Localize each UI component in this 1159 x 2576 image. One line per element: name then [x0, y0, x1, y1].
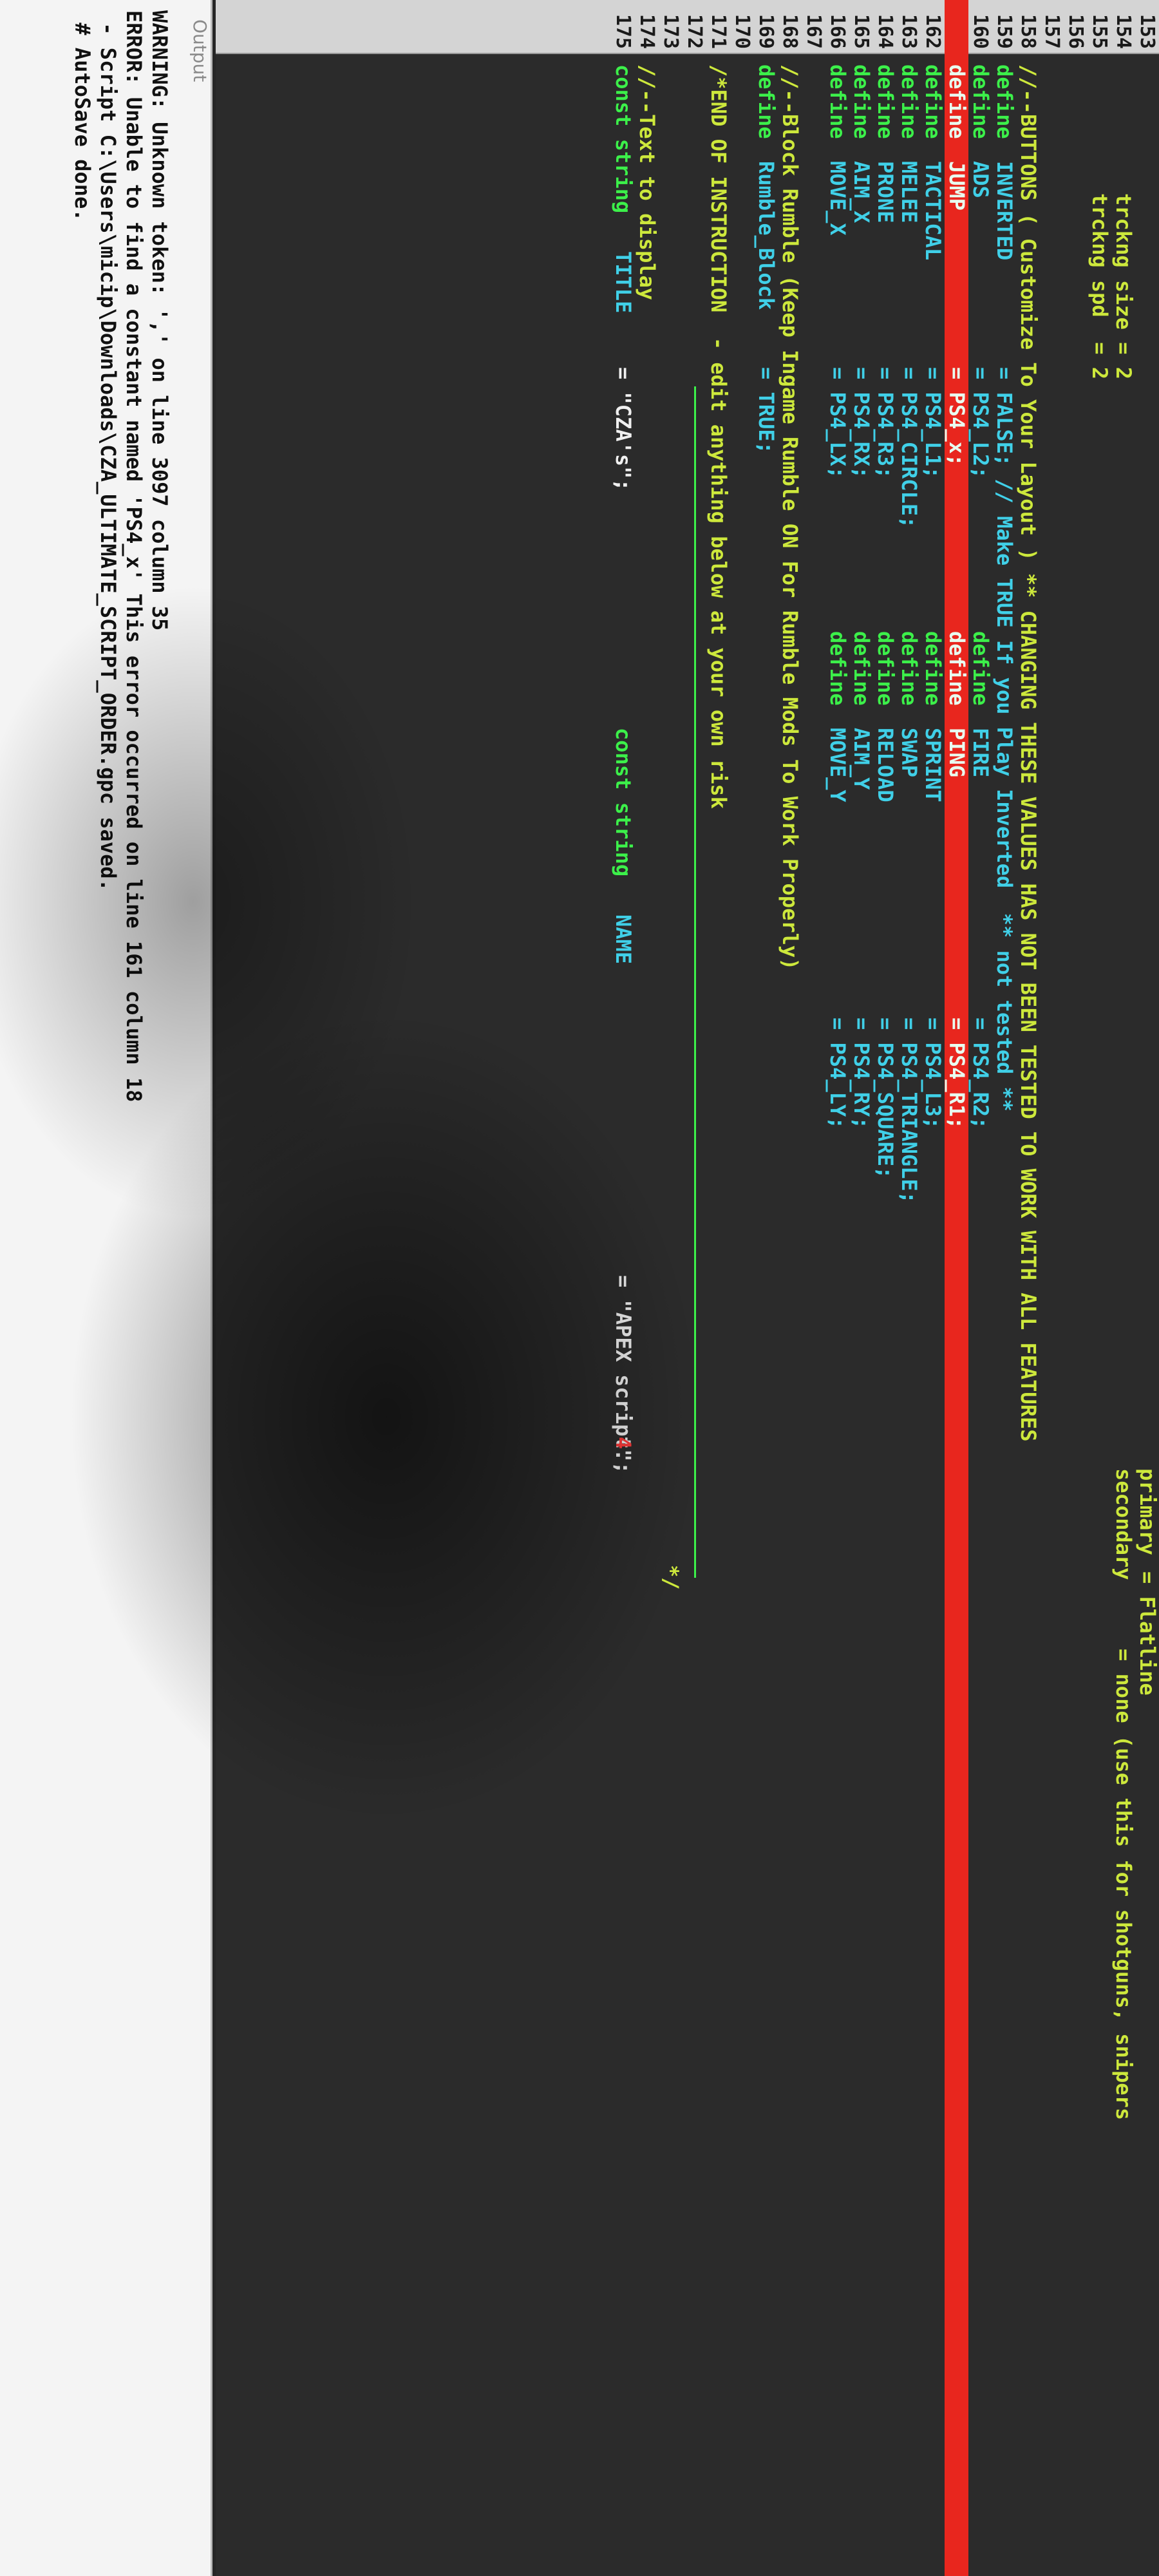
define-keyword: define — [968, 64, 993, 139]
define-keyword: define — [873, 64, 898, 139]
const-name: TITLE — [611, 251, 636, 314]
code-line: define PRONE = PS4_R3; define RELOAD = PS4_SQ… — [873, 0, 898, 2576]
output-line: - Script C:\Users\micip\Downloads\CZA_UL… — [96, 10, 120, 891]
define-name: SPRINT — [921, 728, 945, 802]
code-line: trckng size = 2 secondary = none (use this… — [1111, 0, 1136, 2576]
line-number: 170 — [731, 14, 753, 49]
define-name: ADS — [968, 161, 993, 198]
tracking-size-text: trckng size = 2 — [1111, 193, 1136, 379]
define-name: INVERTED — [992, 161, 1017, 261]
output-line: WARNING: Unknown token: ',' on line 3097… — [147, 10, 172, 631]
output-panel: Output WARNING: Unknown token: ',' on li… — [0, 0, 212, 2576]
code-line: /*END OF INSTRUCTION - edit anything bel… — [706, 0, 731, 2576]
define-keyword: define — [897, 631, 921, 706]
define-value: = PS4_L2; — [968, 367, 993, 479]
code-line: trckng spd = 2 — [1088, 0, 1112, 2576]
code-line: */ — [659, 0, 683, 2576]
code-line: define MOVE_X = PS4_LX; define MOVE_Y = PS4_L… — [825, 0, 850, 2576]
const-keyword: const string — [611, 728, 636, 877]
end-instruction-comment: /*END OF INSTRUCTION - edit anything bel… — [706, 64, 731, 809]
secondary-value: = none (use this for shotguns, snipers — [1111, 1649, 1136, 2121]
define-keyword: define — [921, 64, 945, 139]
define-keyword: define — [825, 64, 850, 139]
define-keyword: define — [897, 64, 921, 139]
code-editor-window: 1531541551561571581591601611621631641651… — [0, 0, 1159, 2576]
define-keyword: define — [992, 64, 1017, 139]
define-name: JUMP — [945, 161, 969, 211]
code-area[interactable]: 1531541551561571581591601611621631641651… — [216, 0, 1159, 2576]
code-line: define Rumble_Block = TRUE; — [754, 0, 778, 2576]
define-value: = PS4_R3; — [873, 367, 898, 479]
output-line: ERROR: Unable to find a constant named '… — [122, 10, 146, 1103]
tracking-speed-text: trckng spd = 2 — [1088, 193, 1112, 379]
code-line: //--BUTTONS ( Customize To Your Layout )… — [1016, 0, 1041, 2576]
const-keyword: const string — [611, 64, 636, 214]
define-name: Rumble_Block — [754, 161, 778, 310]
define-keyword: define — [825, 631, 850, 706]
define-value: = PS4_L3; — [921, 1018, 945, 1130]
define-name: PRONE — [873, 161, 898, 223]
line-number: 157 — [1041, 14, 1063, 49]
code-line: define ADS = PS4_L2; define FIRE = PS4_R2; — [968, 0, 993, 2576]
rumble-comment: //--Block Rumble (Keep Ingame Rumble ON … — [778, 64, 802, 971]
define-value: = PS4_RY; — [849, 1018, 874, 1130]
define-name: MELEE — [897, 161, 921, 223]
primary-value: = Flatline — [1135, 1571, 1159, 1696]
define-keyword: define — [945, 631, 969, 706]
code-line: define INVERTED = FALSE; // Make TRUE If y… — [992, 0, 1017, 2576]
define-keyword: define — [945, 64, 969, 139]
define-keyword: define — [968, 631, 993, 706]
define-value: = PS4_R1; — [945, 1018, 969, 1130]
define-name: SWAP — [897, 728, 921, 778]
define-value: = PS4_x; — [945, 367, 969, 467]
output-line: # AutoSave done. — [70, 10, 95, 222]
define-name: AIM_Y — [849, 728, 874, 790]
separator-line — [694, 386, 696, 1578]
const-value: = "CZA's"; — [611, 367, 636, 491]
primary-label: primary — [1135, 1468, 1159, 1555]
code-line: define AIM_X = PS4_RX; define AIM_Y = PS4_RY; — [849, 0, 874, 2576]
comment-close: */ — [659, 1565, 683, 1590]
line-number: 156 — [1064, 14, 1087, 49]
const-name: NAME — [611, 914, 636, 965]
code-line: //--Text to display — [635, 0, 659, 2576]
code-line: define TACTICAL = PS4_L1; define SPRINT = PS4… — [921, 0, 945, 2576]
line-number: 172 — [683, 14, 706, 49]
code-line: define JUMP = PS4_x; define PING = PS4_R1; — [945, 0, 969, 2576]
line-number: 167 — [802, 14, 825, 49]
define-name: PING — [945, 728, 969, 778]
define-value: = PS4_L1; — [921, 367, 945, 479]
secondary-label: secondary — [1111, 1468, 1136, 1580]
code-line: define MELEE = PS4_CIRCLE; define SWAP = PS4_… — [897, 0, 921, 2576]
define-value: = PS4_LX; — [825, 367, 850, 479]
define-keyword: define — [849, 631, 874, 706]
define-name: FIRE — [968, 728, 993, 778]
const-value: = "APEX script. — [611, 1275, 636, 1461]
define-name: RELOAD — [873, 728, 898, 802]
define-name: TACTICAL — [921, 161, 945, 261]
define-name: MOVE_X — [825, 161, 850, 236]
const-value-error: 4 — [611, 1436, 636, 1450]
define-value: = PS4_CIRCLE; — [897, 367, 921, 529]
define-value: = PS4_LY; — [825, 1018, 850, 1130]
define-keyword: define — [921, 631, 945, 706]
code-line: const string TITLE = "CZA's"; const string N… — [611, 0, 636, 2576]
define-value: = TRUE; — [754, 367, 778, 454]
define-name: AIM_X — [849, 161, 874, 223]
define-value: = PS4_RX; — [849, 367, 874, 479]
const-value-end: "; — [611, 1449, 636, 1474]
define-name: MOVE_Y — [825, 728, 850, 802]
buttons-comment: //--BUTTONS ( Customize To Your Layout )… — [1016, 64, 1041, 1442]
define-keyword: define — [873, 631, 898, 706]
define-keyword: define — [754, 64, 778, 139]
define-keyword: define — [849, 64, 874, 139]
code-line: primary = Flatline — [1135, 0, 1159, 2576]
define-value: = PS4_SQUARE; — [873, 1018, 898, 1179]
define-value: = PS4_R2; — [968, 1018, 993, 1130]
text-display-comment: //--Text to display — [635, 64, 659, 301]
code-line: //--Block Rumble (Keep Ingame Rumble ON … — [778, 0, 802, 2576]
define-value: = FALSE; // Make TRUE If you Play Invert… — [992, 367, 1017, 1112]
define-value: = PS4_TRIANGLE; — [897, 1018, 921, 1204]
output-tab[interactable]: Output — [189, 19, 211, 82]
